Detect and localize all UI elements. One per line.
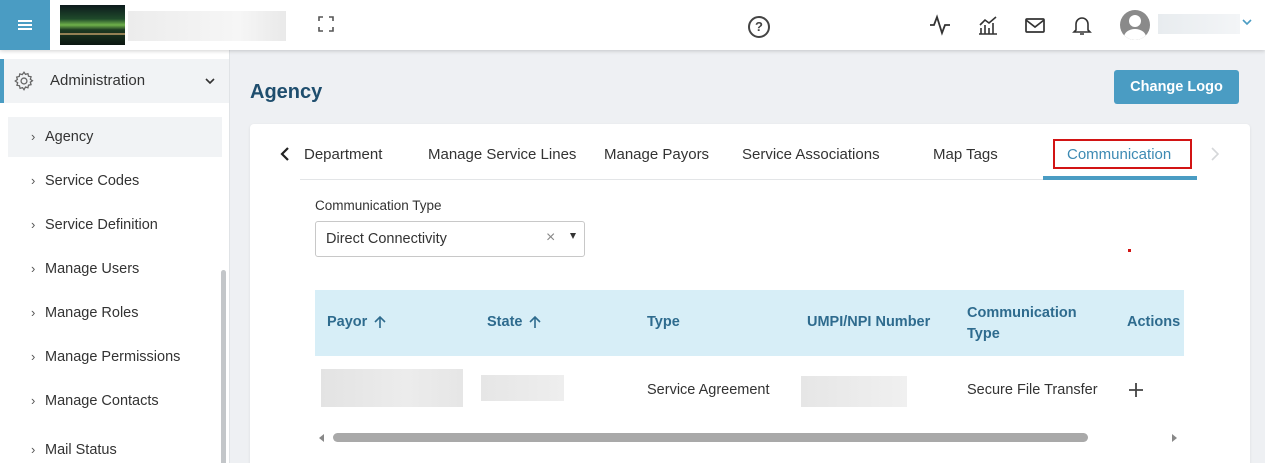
hamburger-menu-button[interactable]	[0, 0, 50, 50]
organization-name-redacted	[128, 11, 286, 41]
column-header-state[interactable]: State	[487, 314, 542, 330]
fullscreen-icon[interactable]	[316, 14, 336, 34]
sidebar-section-administration[interactable]: Administration	[0, 59, 229, 103]
gear-icon	[14, 71, 34, 91]
sidebar-item-mail-status[interactable]: › Mail Status	[8, 430, 222, 463]
state-cell-redacted	[481, 375, 564, 401]
sidebar-item-label: Manage Permissions	[45, 349, 181, 365]
type-cell: Service Agreement	[647, 382, 770, 398]
sidebar-item-label: Service Codes	[45, 173, 140, 189]
scroll-right-arrow-icon[interactable]	[1172, 434, 1177, 442]
chevron-right-icon: ›	[31, 305, 36, 320]
caret-down-icon[interactable]	[570, 233, 576, 239]
sidebar-item-manage-contacts[interactable]: › Manage Contacts	[8, 381, 222, 421]
column-header-type[interactable]: Type	[647, 314, 680, 330]
sidebar-item-label: Mail Status	[45, 442, 117, 458]
table-header: Payor State Type UMPI/NPI Number Communi…	[315, 290, 1184, 356]
sidebar-item-service-definition[interactable]: › Service Definition	[8, 205, 222, 245]
payor-cell-redacted	[321, 369, 463, 407]
communication-type-value: Direct Connectivity	[326, 231, 447, 247]
sidebar-item-manage-users[interactable]: › Manage Users	[8, 249, 222, 289]
chevron-right-icon: ›	[31, 173, 36, 188]
column-header-payor[interactable]: Payor	[327, 314, 387, 330]
marker-dot	[1128, 249, 1131, 252]
sidebar-item-label: Manage Roles	[45, 305, 139, 321]
tab-scroll-left-icon[interactable]	[277, 145, 293, 163]
activity-icon[interactable]	[928, 13, 952, 37]
scroll-left-arrow-icon[interactable]	[319, 434, 324, 442]
column-header-umpi-npi-number[interactable]: UMPI/NPI Number	[807, 314, 930, 330]
chevron-right-icon: ›	[31, 393, 36, 408]
sidebar-scrollbar[interactable]	[221, 270, 226, 463]
umpi-npi-cell-redacted	[801, 376, 907, 407]
scrollbar-thumb[interactable]	[333, 433, 1088, 442]
tab-scroll-right-icon[interactable]	[1207, 145, 1223, 163]
sidebar-item-label: Manage Contacts	[45, 393, 159, 409]
user-name-redacted[interactable]	[1158, 14, 1240, 34]
chevron-right-icon: ›	[31, 442, 36, 457]
clear-icon[interactable]: ×	[546, 229, 555, 247]
agency-logo-image	[60, 5, 125, 45]
sidebar-section-label: Administration	[50, 72, 146, 89]
tab-service-associations[interactable]: Service Associations	[742, 146, 880, 163]
tab-map-tags[interactable]: Map Tags	[933, 146, 998, 163]
analytics-chart-icon[interactable]	[976, 13, 1000, 37]
sidebar-item-label: Agency	[45, 129, 94, 145]
tab-manage-service-lines[interactable]: Manage Service Lines	[428, 146, 576, 163]
sidebar-item-label: Service Definition	[45, 217, 158, 233]
sidebar-item-service-codes[interactable]: › Service Codes	[8, 161, 222, 201]
communication-type-select[interactable]: Direct Connectivity ×	[315, 221, 585, 257]
column-header-communication-type[interactable]: Communication Type	[967, 303, 1087, 345]
tab-department[interactable]: Department	[304, 146, 382, 163]
sidebar-item-manage-roles[interactable]: › Manage Roles	[8, 293, 222, 333]
chevron-down-icon[interactable]	[1241, 16, 1253, 28]
chevron-right-icon: ›	[31, 129, 36, 144]
chevron-right-icon: ›	[31, 261, 36, 276]
tab-communication[interactable]: Communication	[1067, 146, 1171, 163]
column-header-actions: Actions	[1127, 314, 1181, 330]
notification-bell-icon[interactable]	[1070, 13, 1094, 37]
add-icon[interactable]	[1126, 380, 1146, 400]
table-horizontal-scrollbar[interactable]	[315, 430, 1184, 446]
top-bar: ?	[0, 0, 1265, 50]
page-title: Agency	[250, 81, 323, 103]
hamburger-icon	[18, 18, 32, 32]
chevron-down-icon	[205, 78, 215, 85]
active-tab-indicator	[1043, 176, 1197, 180]
sidebar: Administration › Agency › Service Codes …	[0, 50, 230, 463]
sort-ascending-icon	[529, 315, 542, 328]
sidebar-item-label: Manage Users	[45, 261, 140, 277]
communication-type-cell: Secure File Transfer	[967, 382, 1098, 398]
chevron-right-icon: ›	[31, 349, 36, 364]
user-avatar[interactable]	[1120, 10, 1150, 40]
sidebar-item-manage-permissions[interactable]: › Manage Permissions	[8, 337, 222, 377]
tab-manage-payors[interactable]: Manage Payors	[604, 146, 709, 163]
sidebar-item-agency[interactable]: › Agency	[8, 117, 222, 157]
change-logo-button[interactable]: Change Logo	[1114, 70, 1239, 104]
help-icon[interactable]: ?	[748, 16, 770, 38]
communication-type-label: Communication Type	[315, 198, 442, 213]
chevron-right-icon: ›	[31, 217, 36, 232]
sort-ascending-icon	[374, 315, 386, 328]
mail-icon[interactable]	[1023, 13, 1047, 37]
